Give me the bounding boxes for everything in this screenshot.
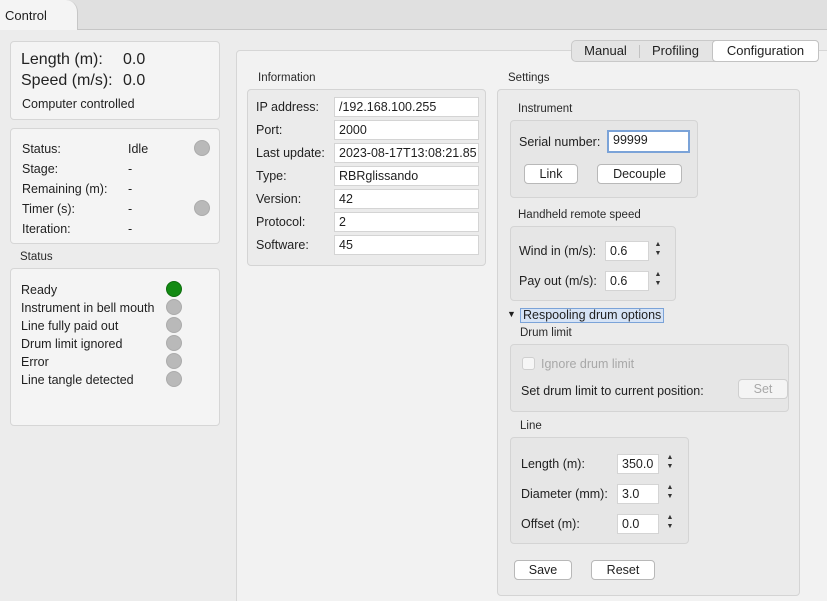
remote-speed-title: Handheld remote speed [518,209,641,221]
speed-value: 0.0 [123,72,146,89]
disclosure-triangle-icon[interactable]: ▼ [507,309,516,319]
status-item-drum-limit: Drum limit ignored [21,337,123,351]
instrument-title: Instrument [518,103,573,115]
status-item-ready: Ready [21,283,58,297]
set-drum-limit-label: Set drum limit to current position: [521,384,704,398]
protocol-label: Protocol: [256,215,306,229]
software-field[interactable]: 45 [334,235,479,255]
version-label: Version: [256,192,302,206]
pay-out-label: Pay out (m/s): [519,274,597,288]
pay-out-input[interactable]: 0.6 [605,271,649,291]
stage-label: Stage: [22,162,59,176]
line-title: Line [520,420,542,432]
line-offset-label: Offset (m): [521,517,580,531]
control-mode: Computer controlled [22,97,135,111]
stage-value: - [128,162,133,176]
drum-limit-title: Drum limit [520,327,572,339]
line-offset-stepper-icon[interactable]: ▲ ▼ [664,513,676,533]
ready-indicator-icon [166,281,182,297]
remaining-value: - [128,182,133,196]
remote-speed-group: Wind in (m/s): 0.6 ▲ ▼ Pay out (m/s): 0.6… [510,226,676,301]
reset-button[interactable]: Reset [591,560,655,580]
drum-limit-indicator-icon [166,335,182,351]
status-label: Status: [22,142,61,156]
last-update-field[interactable]: 2023-08-17T13:08:21.85 [334,143,479,163]
ip-address-label: IP address: [256,100,320,114]
line-diameter-input[interactable]: 3.0 [617,484,659,504]
information-title: Information [258,72,316,84]
error-indicator-icon [166,353,182,369]
status-value: Idle [128,142,149,156]
status-indicator-icon [194,140,210,156]
version-field[interactable]: 42 [334,189,479,209]
remaining-label: Remaining (m): [22,182,108,196]
line-offset-input[interactable]: 0.0 [617,514,659,534]
line-diameter-stepper-icon[interactable]: ▲ ▼ [664,483,676,503]
tab-manual[interactable]: Manual [572,41,639,61]
iteration-value: - [128,222,133,236]
timer-label: Timer (s): [22,202,75,216]
decouple-button[interactable]: Decouple [597,164,682,184]
line-length-label: Length (m): [521,457,585,471]
timer-value: - [128,202,133,216]
serial-number-input[interactable]: 99999 [607,130,690,153]
serial-number-label: Serial number: [519,135,601,149]
ip-address-field[interactable]: /192.168.100.255 [334,97,479,117]
status-item-bell-mouth: Instrument in bell mouth [21,301,155,315]
status-item-paid-out: Line fully paid out [21,319,119,333]
tab-bar [0,0,827,30]
ignore-drum-limit-checkbox[interactable] [522,357,535,370]
line-length-input[interactable]: 350.0 [617,454,659,474]
wind-in-stepper-icon[interactable]: ▲ ▼ [652,240,664,260]
summary-panel: Length (m): 0.0 Speed (m/s): 0.0 Compute… [10,41,220,120]
status-panel-title: Status [20,251,53,263]
line-length-stepper-icon[interactable]: ▲ ▼ [664,453,676,473]
drum-limit-group: Ignore drum limit Set drum limit to curr… [510,344,789,412]
respooling-options-toggle[interactable]: Respooling drum options [520,308,665,323]
paid-out-indicator-icon [166,317,182,333]
instrument-group: Serial number: 99999 Link Decouple [510,120,698,198]
tab-profiling[interactable]: Profiling [640,41,711,61]
settings-title: Settings [508,72,550,84]
length-value: 0.0 [123,51,146,68]
ignore-drum-limit-label: Ignore drum limit [541,357,635,371]
software-label: Software: [256,238,309,252]
bell-mouth-indicator-icon [166,299,182,315]
port-label: Port: [256,123,283,137]
set-drum-limit-button[interactable]: Set [738,379,788,399]
line-diameter-label: Diameter (mm): [521,487,608,501]
status-item-error: Error [21,355,49,369]
save-button[interactable]: Save [514,560,572,580]
link-button[interactable]: Link [524,164,578,184]
tab-control[interactable]: Control [0,0,78,30]
timer-indicator-icon [194,200,210,216]
state-panel: Status: Idle Stage: - Remaining (m): - T… [10,128,220,244]
speed-label: Speed (m/s): [21,72,113,89]
port-field[interactable]: 2000 [334,120,479,140]
wind-in-input[interactable]: 0.6 [605,241,649,261]
pay-out-stepper-icon[interactable]: ▲ ▼ [652,270,664,290]
protocol-field[interactable]: 2 [334,212,479,232]
type-field[interactable]: RBRglissando [334,166,479,186]
last-update-label: Last update: [256,146,325,160]
tangle-indicator-icon [166,371,182,387]
iteration-label: Iteration: [22,222,71,236]
length-label: Length (m): [21,51,103,68]
settings-group: Instrument Serial number: 99999 Link Dec… [497,89,800,596]
status-panel: Ready Instrument in bell mouth Line full… [10,268,220,426]
wind-in-label: Wind in (m/s): [519,244,597,258]
information-group: IP address: /192.168.100.255 Port: 2000 … [247,89,486,266]
mode-tabs: Manual Profiling Configuration [571,40,819,62]
type-label: Type: [256,169,287,183]
line-group: Length (m): 350.0 ▲ ▼ Diameter (mm): 3.0 … [510,437,689,544]
status-item-tangle: Line tangle detected [21,373,134,387]
tab-configuration[interactable]: Configuration [712,40,819,62]
